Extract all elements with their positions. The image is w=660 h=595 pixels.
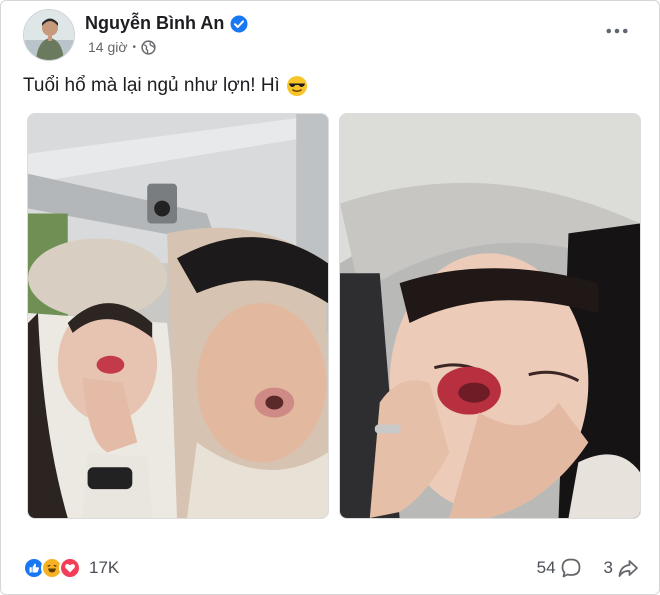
comment-icon: [561, 558, 580, 578]
shares-stat[interactable]: 3: [604, 557, 639, 579]
avatar[interactable]: [23, 9, 75, 61]
post-meta: 14 giờ •: [88, 39, 156, 55]
verified-badge-icon: [230, 15, 248, 33]
post-header: Nguyễn Bình An 14 giờ •: [23, 9, 639, 61]
caption-text: Tuổi hổ mà lại ngủ như lợn! Hì: [23, 75, 280, 96]
globe-icon[interactable]: [141, 39, 156, 55]
engagement-stats: 54 3: [537, 557, 639, 579]
post-footer: 17K 54 3: [23, 551, 639, 585]
post-caption: Tuổi hổ mà lại ngủ như lợn! Hì: [23, 75, 308, 97]
post-time[interactable]: 14 giờ: [88, 39, 128, 55]
reactions-summary[interactable]: 17K: [23, 557, 119, 579]
author-name[interactable]: Nguyễn Bình An: [85, 13, 224, 34]
post-photo-2[interactable]: [339, 113, 641, 519]
comments-stat[interactable]: 54: [537, 557, 582, 579]
comments-count: 54: [536, 558, 556, 577]
reactions-count[interactable]: 17K: [89, 558, 119, 578]
love-icon: [59, 557, 81, 579]
post-card: Nguyễn Bình An 14 giờ • Tuổi hổ mà lại n…: [0, 0, 660, 595]
post-photo-1[interactable]: [27, 113, 329, 519]
author-block: Nguyễn Bình An: [85, 13, 248, 34]
share-icon: [618, 560, 638, 577]
smiling-face-with-sunglasses-icon: [286, 75, 308, 97]
shares-count: 3: [603, 558, 613, 577]
more-options-icon[interactable]: [603, 19, 631, 43]
meta-separator: •: [132, 41, 137, 53]
